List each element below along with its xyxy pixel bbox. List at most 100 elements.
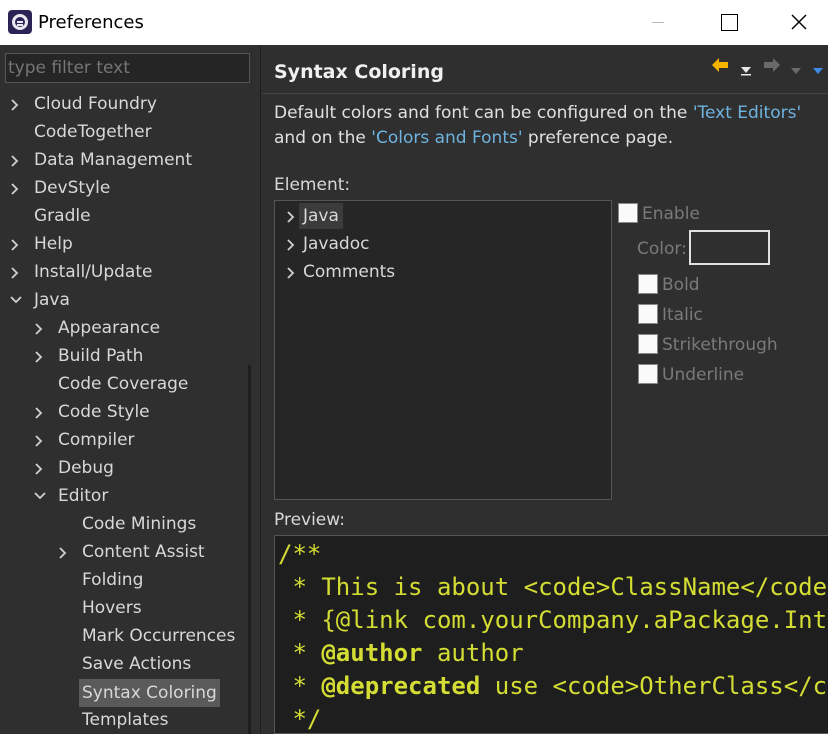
preview-line: * This is about <code>ClassName</code>	[278, 571, 828, 604]
tree-item-label: Code Coverage	[58, 374, 189, 394]
description-text: and on the	[274, 128, 372, 148]
tree-item-label: Java	[34, 290, 70, 310]
text-editors-link[interactable]: 'Text Editors'	[693, 103, 801, 123]
tree-item-label: Cloud Foundry	[34, 94, 157, 114]
chevron-right-icon[interactable]	[286, 211, 296, 223]
chevron-right-icon[interactable]	[10, 239, 20, 251]
close-icon	[791, 14, 807, 30]
element-label: Element:	[274, 175, 351, 195]
element-item[interactable]: Java	[275, 203, 611, 229]
tree-item-label: DevStyle	[34, 178, 111, 198]
tree-item-label: Build Path	[58, 346, 144, 366]
preview-line: * @deprecated use <code>OtherClass</code…	[278, 670, 828, 703]
chevron-right-icon[interactable]	[34, 323, 44, 335]
tree-item-label: Data Management	[34, 150, 192, 170]
minimize-button[interactable]	[624, 0, 694, 45]
chevron-right-icon[interactable]	[34, 435, 44, 447]
preview-text: *	[278, 672, 322, 700]
element-item-label: Java	[299, 203, 343, 229]
preference-page: Syntax Coloring Default colors and font …	[262, 45, 828, 734]
tree-item-label: Code Minings	[82, 514, 197, 534]
tree-item-label: Gradle	[34, 206, 91, 226]
chevron-down-icon[interactable]	[10, 295, 22, 305]
preview-text: *	[278, 639, 322, 667]
tree-item-label: Compiler	[58, 430, 135, 450]
element-item[interactable]: Javadoc	[275, 231, 611, 257]
chevron-right-icon[interactable]	[34, 407, 44, 419]
tree-item-label: Mark Occurrences	[82, 626, 236, 646]
tree-item-label: Debug	[58, 458, 114, 478]
preview-text: /**	[278, 540, 322, 568]
bold-checkbox[interactable]	[638, 274, 658, 294]
tree-item-label: Editor	[58, 486, 109, 506]
preview-text: * {@link com.yourCompany.aPackage.Interf…	[292, 606, 828, 634]
tree-item-label: Templates	[82, 710, 169, 730]
tree-item-label: Syntax Coloring	[79, 679, 220, 707]
chevron-right-icon[interactable]	[58, 547, 68, 559]
preview-line: * {@link com.yourCompany.aPackage.Interf…	[278, 604, 828, 637]
preferences-navigation: Cloud Foundry CodeTogether Data Management…	[0, 45, 261, 734]
forward-history-dropdown-icon[interactable]	[790, 61, 802, 81]
forward-arrow-icon[interactable]	[762, 55, 782, 80]
preview-label: Preview:	[274, 510, 345, 530]
chevron-right-icon[interactable]	[10, 155, 20, 167]
colors-and-fonts-link[interactable]: 'Colors and Fonts'	[371, 128, 522, 148]
chevron-right-icon[interactable]	[10, 183, 20, 195]
preview-text: author	[422, 639, 524, 667]
tree-item-label: Hovers	[82, 598, 142, 618]
preview-code: /** * This is about <code>ClassName</cod…	[278, 538, 828, 733]
italic-checkbox[interactable]	[638, 304, 658, 324]
javadoc-tag: @author	[321, 639, 423, 667]
history-dropdown-icon[interactable]	[740, 61, 752, 81]
preview-text: * This is about <code>ClassName</code>	[278, 573, 828, 601]
chevron-right-icon[interactable]	[286, 239, 296, 251]
header-separator	[262, 93, 828, 94]
chevron-right-icon[interactable]	[34, 463, 44, 475]
back-arrow-icon[interactable]	[710, 55, 730, 80]
chevron-right-icon[interactable]	[34, 351, 44, 363]
underline-checkbox[interactable]	[638, 364, 658, 384]
tree-item-label: Install/Update	[34, 262, 153, 282]
preview-text: use <code>OtherClass</code>	[494, 672, 828, 700]
tree-scrollbar[interactable]	[248, 365, 251, 734]
chevron-down-icon[interactable]	[34, 491, 46, 501]
element-item-label: Comments	[303, 262, 396, 282]
description-text: preference page.	[522, 128, 674, 148]
javadoc-tag: @deprecated	[321, 672, 481, 700]
color-picker-button[interactable]	[689, 230, 770, 265]
enable-checkbox[interactable]	[618, 203, 638, 223]
element-item-label: Javadoc	[303, 234, 370, 254]
bold-label: Bold	[662, 275, 700, 295]
tree-item-label: Folding	[82, 570, 144, 590]
page-navigation	[710, 53, 828, 77]
preview-line: */	[278, 703, 828, 733]
chevron-right-icon[interactable]	[286, 267, 296, 279]
page-title: Syntax Coloring	[274, 61, 444, 83]
eclipse-app-icon	[8, 10, 32, 34]
filter-input[interactable]	[5, 53, 250, 83]
syntax-preview[interactable]: /** * This is about <code>ClassName</cod…	[274, 535, 828, 734]
element-item[interactable]: Comments	[275, 259, 611, 285]
chevron-right-icon[interactable]	[10, 267, 20, 279]
tree-item-label: Appearance	[58, 318, 161, 338]
close-button[interactable]	[764, 0, 828, 45]
strikethrough-label: Strikethrough	[662, 335, 778, 355]
preview-line: /**	[278, 538, 828, 571]
chevron-right-icon[interactable]	[10, 99, 20, 111]
preview-text: */	[278, 705, 322, 733]
title-bar: Preferences	[0, 0, 828, 45]
underline-label: Underline	[662, 365, 745, 385]
color-label: Color:	[637, 239, 687, 259]
page-description: Default colors and font can be configure…	[274, 101, 826, 151]
strikethrough-checkbox[interactable]	[638, 334, 658, 354]
element-tree: Java Javadoc Comments	[274, 200, 612, 500]
italic-label: Italic	[662, 305, 703, 325]
enable-label: Enable	[642, 204, 700, 224]
style-options: Enable Color: Bold Italic Strikethrough …	[616, 201, 828, 391]
description-text: Default colors and font can be configure…	[274, 103, 693, 123]
tree-item-label: Content Assist	[82, 542, 205, 562]
view-menu-icon[interactable]	[812, 61, 824, 81]
maximize-button[interactable]	[694, 0, 764, 45]
preview-line: * @author author	[278, 637, 828, 670]
tree-item-label: CodeTogether	[34, 122, 152, 142]
